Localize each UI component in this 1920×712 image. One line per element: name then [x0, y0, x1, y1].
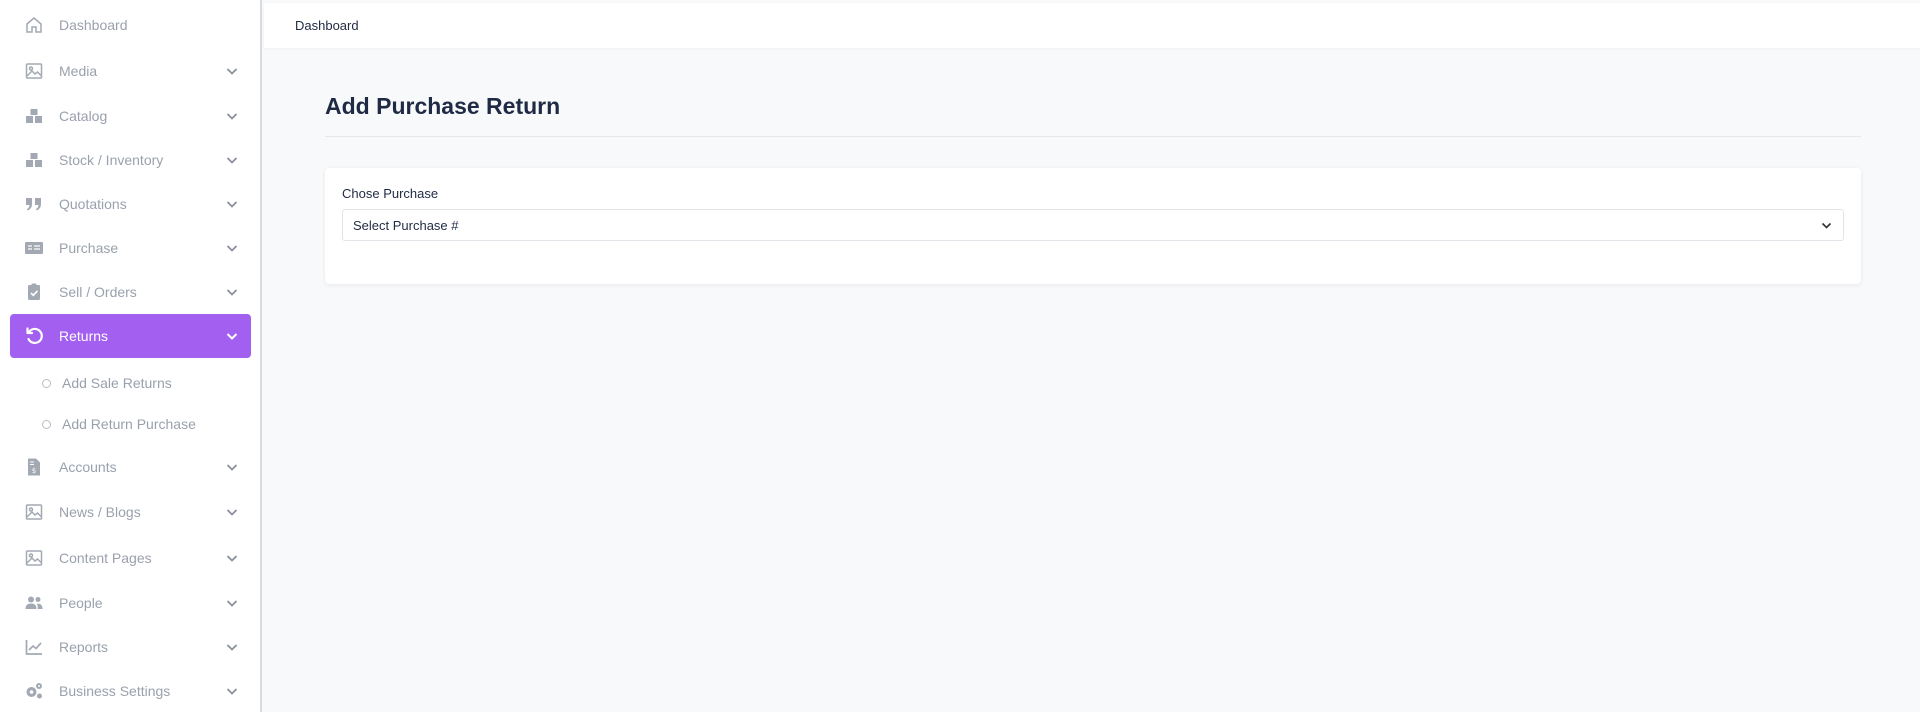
- sidebar-item-label: People: [59, 595, 103, 611]
- chevron-down-icon: [225, 109, 239, 123]
- sidebar-subitem-label: Add Sale Returns: [62, 375, 172, 391]
- chevron-down-icon: [225, 64, 239, 78]
- sidebar-item-dashboard[interactable]: Dashboard: [10, 3, 251, 47]
- sidebar-item-accounts[interactable]: $ Accounts: [10, 445, 251, 489]
- sidebar-item-reports[interactable]: Reports: [10, 625, 251, 669]
- sidebar-item-media[interactable]: Media: [10, 49, 251, 93]
- sidebar-item-label: Stock / Inventory: [59, 152, 164, 168]
- sidebar-item-label: Business Settings: [59, 683, 171, 699]
- sidebar-item-label: Dashboard: [59, 17, 128, 33]
- sidebar-item-content-pages[interactable]: Content Pages: [10, 536, 251, 580]
- purchase-return-form-card: Chose Purchase Select Purchase #: [325, 168, 1861, 284]
- sidebar-item-business-settings[interactable]: Business Settings: [10, 669, 251, 712]
- home-icon: [24, 15, 44, 35]
- chevron-down-icon: [225, 460, 239, 474]
- chevron-down-icon: [225, 596, 239, 610]
- sidebar-item-label: Sell / Orders: [59, 284, 137, 300]
- chevron-down-icon: [225, 153, 239, 167]
- purchase-select-value: Select Purchase #: [353, 218, 459, 233]
- circle-icon: [42, 378, 51, 388]
- breadcrumb[interactable]: Dashboard: [295, 18, 359, 33]
- users-icon: [24, 593, 44, 613]
- chart-line-icon: [24, 637, 44, 657]
- chevron-down-icon: [225, 684, 239, 698]
- file-invoice-dollar-icon: $: [24, 457, 44, 477]
- chevron-down-icon: [225, 505, 239, 519]
- image-icon: [24, 548, 44, 568]
- chevron-down-icon: [225, 551, 239, 565]
- sidebar-item-label: Purchase: [59, 240, 119, 256]
- sidebar-item-label: Media: [59, 63, 98, 79]
- sidebar-item-label: Reports: [59, 639, 109, 655]
- sidebar-item-sell-orders[interactable]: Sell / Orders: [10, 270, 251, 314]
- quote-icon: [24, 194, 44, 214]
- chevron-down-icon: [225, 640, 239, 654]
- money-check-icon: [24, 238, 44, 258]
- boxes-icon: [24, 106, 44, 126]
- image-icon: [24, 502, 44, 522]
- sidebar-subitem-add-sale-returns[interactable]: Add Sale Returns: [42, 368, 172, 398]
- undo-icon: [24, 326, 44, 346]
- purchase-select[interactable]: Select Purchase #: [342, 209, 1844, 241]
- sidebar-item-news-blogs[interactable]: News / Blogs: [10, 490, 251, 534]
- chose-purchase-label: Chose Purchase: [342, 186, 439, 201]
- sidebar-item-returns[interactable]: Returns: [10, 314, 251, 358]
- sidebar-item-quotations[interactable]: Quotations: [10, 182, 251, 226]
- sidebar-item-label: Returns: [59, 328, 109, 344]
- sidebar: Dashboard Media Catalog Stock / Inventor…: [0, 0, 262, 712]
- sidebar-item-purchase[interactable]: Purchase: [10, 226, 251, 270]
- boxes-icon: [24, 150, 44, 170]
- clipboard-check-icon: [24, 282, 44, 302]
- sidebar-item-catalog[interactable]: Catalog: [10, 94, 251, 138]
- image-icon: [24, 61, 44, 81]
- sidebar-item-label: News / Blogs: [59, 504, 141, 520]
- sidebar-subitem-label: Add Return Purchase: [62, 416, 196, 432]
- chevron-down-icon: [225, 197, 239, 211]
- circle-icon: [42, 419, 51, 429]
- cogs-icon: [24, 681, 44, 701]
- sidebar-item-people[interactable]: People: [10, 581, 251, 625]
- top-bar: Dashboard: [264, 3, 1920, 48]
- svg-text:$: $: [32, 467, 36, 475]
- page-title: Add Purchase Return: [325, 93, 561, 119]
- sidebar-item-label: Catalog: [59, 108, 108, 124]
- divider: [325, 136, 1861, 137]
- sidebar-item-label: Accounts: [59, 459, 117, 475]
- chevron-down-icon: [225, 329, 239, 343]
- sidebar-item-label: Content Pages: [59, 550, 152, 566]
- chevron-down-icon: [1820, 219, 1833, 232]
- sidebar-subitem-add-return-purchase[interactable]: Add Return Purchase: [42, 409, 196, 439]
- sidebar-item-stock-inventory[interactable]: Stock / Inventory: [10, 138, 251, 182]
- chevron-down-icon: [225, 285, 239, 299]
- sidebar-item-label: Quotations: [59, 196, 127, 212]
- chevron-down-icon: [225, 241, 239, 255]
